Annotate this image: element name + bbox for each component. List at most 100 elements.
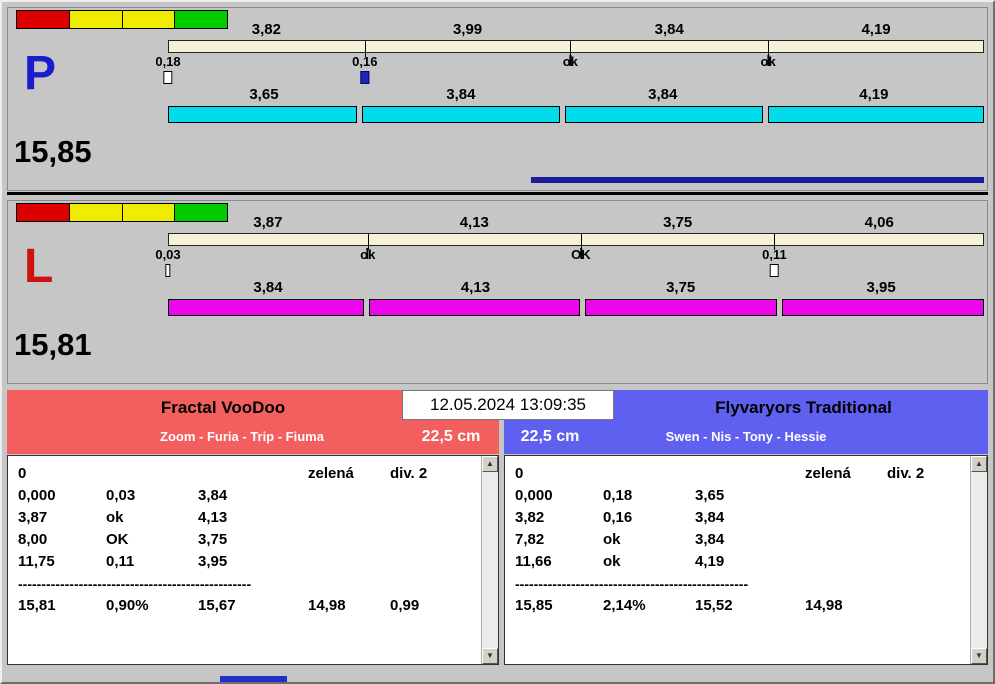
result-cell: 0 [18,465,27,482]
result-cell [390,551,478,573]
change-time-label: 0,03 [155,247,181,262]
result-cell: 0,16 [603,509,633,526]
scroll-down-button[interactable]: ▼ [971,648,987,664]
results-table-right[interactable]: 0 zelená div. 2 0,000 0,18 3,65 3,82 0,16 3,84 7,… [504,455,988,665]
result-cell: 0,99 [390,597,420,614]
split-time-label: 3,87 [253,214,283,231]
change-marker: 0,18 [155,54,181,84]
strip-cell [17,204,69,221]
result-cell [805,485,887,507]
change-time-label: 0,16 [352,54,378,69]
results-table-left[interactable]: 0 zelená div. 2 0,000 0,03 3,84 3,87 ok 4,13 8,00… [7,455,499,665]
result-cell: 3,75 [198,531,228,548]
result-row: 0,000 0,03 3,84 [18,485,478,507]
lane-l: L 3,87 4,13 3,75 4,06 0,03 ok OK 0,11 3,84 4,13… [7,200,988,384]
result-cell: 14,98 [805,597,843,614]
top-split-labels: 3,87 4,13 3,75 4,06 [168,214,984,233]
vertical-scrollbar[interactable]: ▲ ▼ [970,456,987,664]
change-time-label: 0,11 [762,247,787,262]
time-segment [782,299,984,316]
marker-row: 0,18 0,16 ok ok [155,53,984,86]
strip-cell [69,11,122,28]
result-cell [805,551,887,573]
result-cell: 7,82 [515,531,545,548]
datetime-display: 12.05.2024 13:09:35 [402,390,614,420]
vertical-scrollbar[interactable]: ▲ ▼ [481,456,498,664]
result-cell: 3,82 [515,509,545,526]
split-time-label: 3,84 [654,21,684,38]
result-cell: 3,84 [695,509,725,526]
result-row: 7,82 ok 3,84 [515,529,967,551]
result-cell [198,463,308,485]
lane-p: P 3,82 3,99 3,84 4,19 0,18 0,16 ok ok 3,65 3,84… [7,7,988,191]
lane-letter: L [24,240,54,293]
result-cell: 0,90% [106,597,149,614]
result-cell: zelená [805,465,851,482]
result-cell [390,507,478,529]
result-cell: 15,67 [198,597,236,614]
scroll-down-button[interactable]: ▼ [482,648,498,664]
tick-icon [569,55,572,66]
split-time-label: 3,65 [249,86,279,103]
jump-height-right: 22,5 cm [520,428,580,445]
tick-icon [579,248,582,259]
strip-cell [69,204,122,221]
result-cell: 3,95 [198,553,228,570]
result-cell [887,529,967,551]
result-cell: div. 2 [390,465,428,482]
horizontal-scroll-thumb[interactable] [220,676,287,682]
result-cell: ok [603,553,621,570]
result-cell [603,463,695,485]
lane-letter: P [24,47,57,100]
change-marker: 0,11 [762,247,787,277]
result-cell [308,485,390,507]
result-cell: 11,75 [18,553,55,570]
scroll-up-button[interactable]: ▲ [971,456,987,472]
result-cell: 0,000 [18,487,56,504]
result-cell: 11,66 [515,553,552,570]
result-cell: 0,18 [603,487,633,504]
change-marker: ok [563,54,578,70]
split-time-label: 4,19 [859,86,889,103]
result-cell [805,507,887,529]
result-row: 3,87 ok 4,13 [18,507,478,529]
time-segment [767,106,984,123]
change-marker: 0,16 [352,54,377,84]
result-cell: 3,65 [695,487,725,504]
result-cell: 3,84 [198,487,228,504]
time-segment [168,299,365,316]
change-marker: 0,03 [155,247,181,277]
time-segment [369,299,581,316]
separator-row: ----------------------------------------… [515,576,749,592]
overlay-bar [168,233,984,250]
change-marker: OK [571,247,591,263]
split-time-label: 4,19 [861,21,891,38]
summary-row: 15,85 2,14% 15,52 14,98 [515,595,967,617]
time-segment [585,299,778,316]
overlay-bar [168,40,984,57]
result-cell: 0,03 [106,487,136,504]
result-cell [887,485,967,507]
result-cell [695,463,805,485]
result-row: 8,00 OK 3,75 [18,529,478,551]
white-box-icon [163,71,173,84]
time-segment [564,106,763,123]
marker-row: 0,03 ok OK 0,11 [155,246,984,279]
scroll-up-button[interactable]: ▲ [482,456,498,472]
time-segment [361,106,560,123]
result-cell [308,529,390,551]
result-cell: ok [106,509,124,526]
white-box-icon [769,264,779,277]
result-cell: 0 [515,465,524,482]
result-cell [887,595,967,617]
results-area: Fractal VooDoo Zoom - Furia - Trip - Fiu… [7,390,988,667]
change-marker: ok [360,247,375,263]
result-cell: OK [106,531,129,548]
result-cell: 14,98 [308,597,346,614]
tick-icon [366,248,369,259]
result-cell: 4,13 [198,509,228,526]
split-time-label: 3,84 [253,279,283,296]
tick-icon [767,55,770,66]
lane-divider [7,192,988,195]
thin-box-icon [165,264,171,277]
